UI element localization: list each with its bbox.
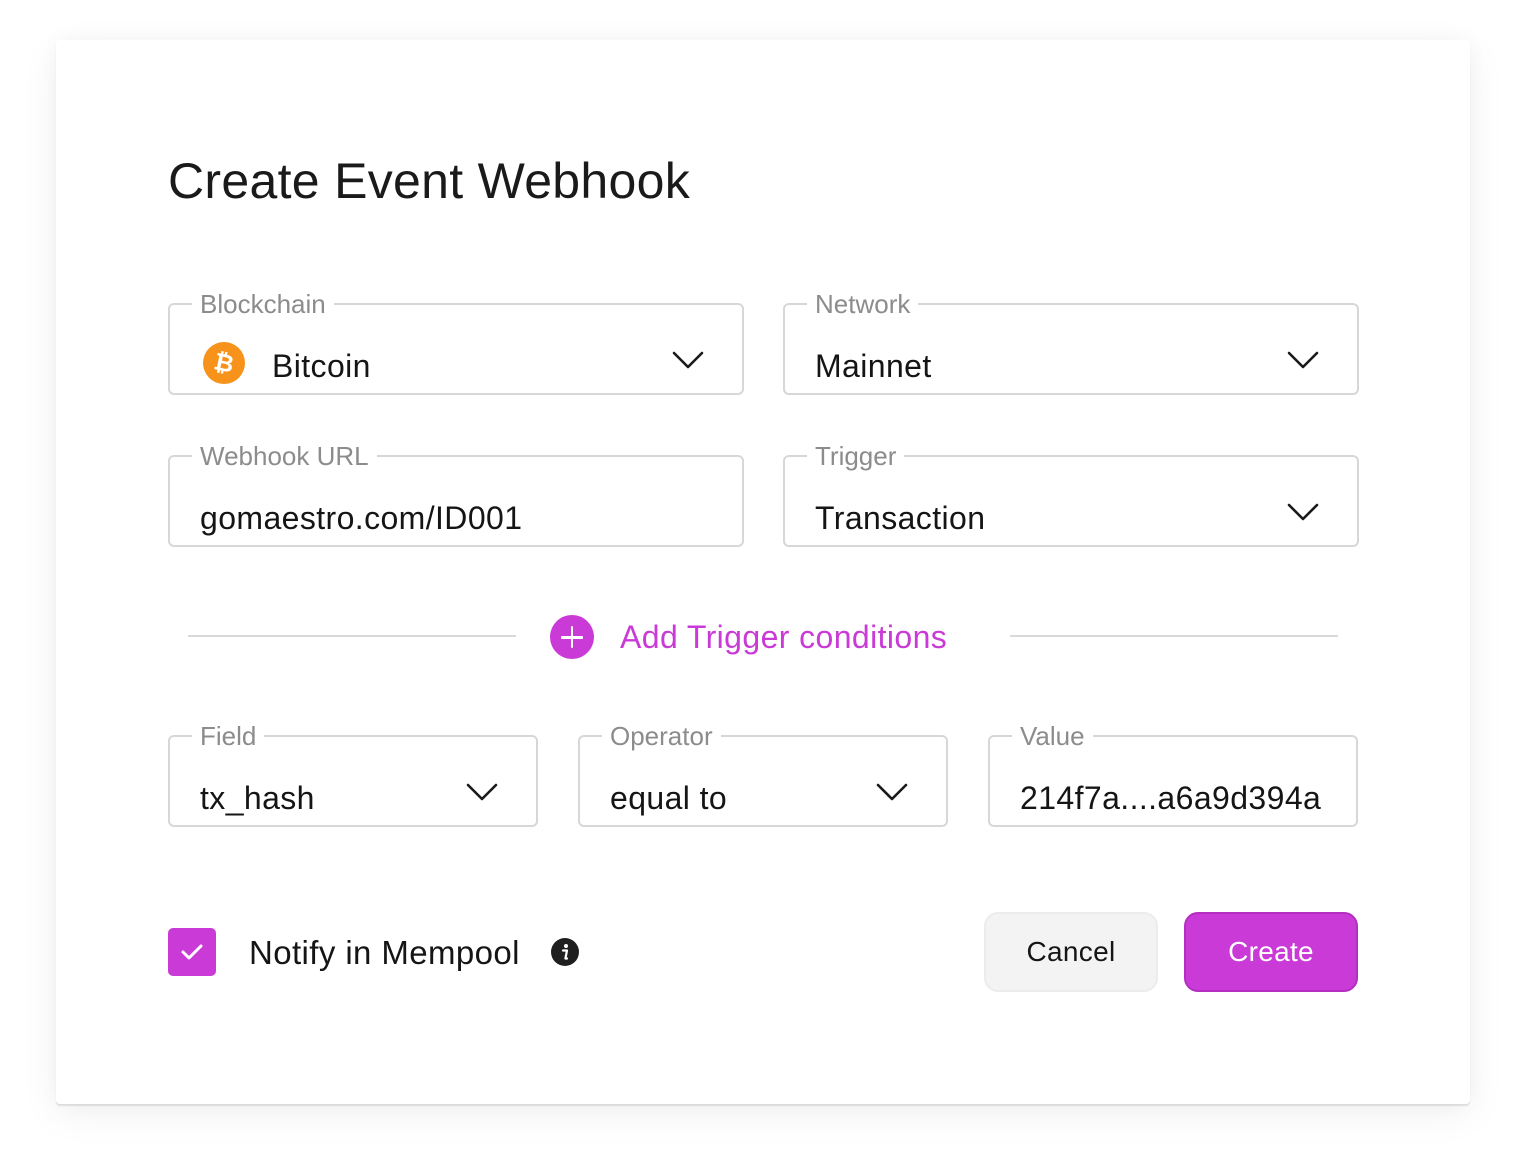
divider-right xyxy=(1010,635,1338,637)
trigger-value: Transaction xyxy=(815,500,986,536)
condition-operator-label: Operator xyxy=(610,721,713,751)
condition-value-input[interactable]: Value 214f7a....a6a9d394a xyxy=(988,723,1358,827)
chevron-down-icon[interactable] xyxy=(466,782,498,802)
network-select[interactable]: Network Mainnet xyxy=(783,291,1359,395)
create-button[interactable]: Create xyxy=(1184,912,1358,992)
chevron-down-icon[interactable] xyxy=(1287,502,1319,522)
condition-field-value: tx_hash xyxy=(200,780,315,816)
chevron-down-icon[interactable] xyxy=(876,782,908,802)
divider-left xyxy=(188,635,516,637)
webhook-url-label: Webhook URL xyxy=(200,441,369,471)
webhook-url-input[interactable]: Webhook URL gomaestro.com/ID001 xyxy=(168,443,744,547)
check-icon xyxy=(181,944,203,960)
blockchain-value: Bitcoin xyxy=(272,348,371,384)
blockchain-select[interactable]: Blockchain ₿ Bitcoin xyxy=(168,291,744,395)
cancel-button[interactable]: Cancel xyxy=(984,912,1158,992)
info-icon[interactable] xyxy=(551,938,579,966)
trigger-select[interactable]: Trigger Transaction xyxy=(783,443,1359,547)
condition-operator-select[interactable]: Operator equal to xyxy=(578,723,948,827)
add-trigger-conditions-label[interactable]: Add Trigger conditions xyxy=(620,619,947,656)
chevron-down-icon[interactable] xyxy=(672,350,704,370)
create-webhook-dialog: Create Event Webhook Blockchain ₿ Bitcoi… xyxy=(56,40,1470,1104)
network-label: Network xyxy=(815,289,911,319)
plus-icon[interactable] xyxy=(550,615,594,659)
network-value: Mainnet xyxy=(815,348,932,384)
notify-mempool-checkbox[interactable] xyxy=(168,928,216,976)
condition-field-label: Field xyxy=(200,721,257,751)
notify-mempool-label: Notify in Mempool xyxy=(249,934,520,971)
webhook-url-value[interactable]: gomaestro.com/ID001 xyxy=(200,500,522,537)
condition-operator-value: equal to xyxy=(610,780,728,816)
condition-value-text[interactable]: 214f7a....a6a9d394a xyxy=(1020,780,1321,817)
trigger-label: Trigger xyxy=(815,441,897,471)
chevron-down-icon[interactable] xyxy=(1287,350,1319,370)
bitcoin-icon: ₿ xyxy=(203,342,245,384)
blockchain-label: Blockchain xyxy=(200,289,326,319)
condition-field-select[interactable]: Field tx_hash xyxy=(168,723,538,827)
add-trigger-conditions-button[interactable]: Add Trigger conditions xyxy=(550,615,947,659)
dialog-title: Create Event Webhook xyxy=(168,153,691,209)
condition-value-label: Value xyxy=(1020,721,1085,751)
